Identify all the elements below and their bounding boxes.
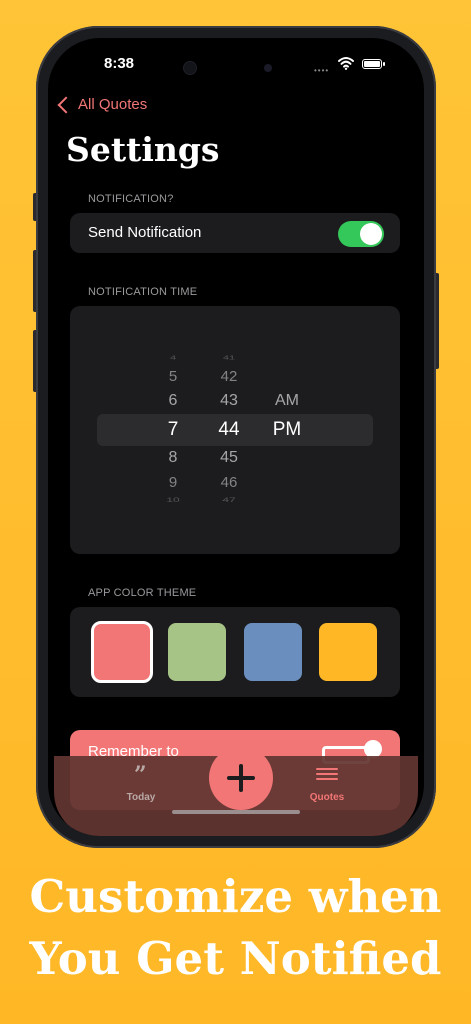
signal-icon: ••••	[314, 66, 330, 75]
back-button[interactable]: All Quotes	[57, 96, 148, 114]
minute-option[interactable]: 41	[204, 355, 254, 361]
hour-option[interactable]: 4	[158, 355, 188, 361]
send-notification-label: Send Notification	[88, 224, 202, 241]
sensor-icon	[264, 64, 272, 72]
status-time: 8:38	[104, 55, 135, 72]
period-option-am[interactable]: AM	[262, 392, 312, 410]
theme-swatch-yellow[interactable]	[319, 623, 377, 681]
time-picker[interactable]: 4 5 6 7 8 9 10 41 42 43 44 45 46 47 AM P…	[70, 306, 400, 554]
add-quote-button[interactable]	[209, 746, 273, 810]
back-button-label: All Quotes	[78, 96, 148, 113]
send-notification-toggle[interactable]	[338, 221, 384, 247]
list-icon	[316, 768, 338, 780]
wifi-icon	[338, 57, 354, 70]
page-title: Settings	[66, 130, 220, 169]
minute-option[interactable]: 45	[204, 449, 254, 467]
period-selected[interactable]: PM	[262, 419, 312, 441]
minute-option[interactable]: 46	[204, 474, 254, 491]
color-theme-picker	[70, 607, 400, 697]
hour-option[interactable]: 9	[158, 474, 188, 491]
caption-line-2: You Get Notified	[29, 932, 442, 985]
minute-option[interactable]: 47	[204, 497, 254, 504]
theme-swatch-pink[interactable]	[91, 621, 153, 683]
hour-option[interactable]: 10	[158, 497, 188, 504]
plus-icon-stroke	[239, 764, 243, 792]
tab-today[interactable]: Today	[116, 792, 166, 803]
minute-option[interactable]: 43	[204, 392, 254, 410]
send-notification-row: Send Notification	[70, 213, 400, 253]
battery-icon	[362, 59, 385, 69]
theme-swatch-blue[interactable]	[244, 623, 302, 681]
section-header-theme: APP COLOR THEME	[88, 587, 197, 599]
phone-screen: 8:38 •••• All Quotes Settings NOTIFICATI…	[48, 38, 424, 836]
hour-option[interactable]: 6	[158, 392, 188, 410]
section-header-notification: NOTIFICATION?	[88, 193, 174, 205]
tab-quotes[interactable]: Quotes	[302, 792, 352, 803]
minute-selected[interactable]: 44	[204, 419, 254, 441]
tab-bar: ” Today Quotes	[54, 746, 418, 836]
theme-swatch-green[interactable]	[168, 623, 226, 681]
camera-icon	[184, 62, 196, 74]
home-indicator	[172, 810, 300, 814]
toggle-knob	[360, 223, 382, 245]
minute-option[interactable]: 42	[204, 368, 254, 385]
hour-selected[interactable]: 7	[158, 419, 188, 441]
chevron-left-icon	[57, 96, 75, 114]
quote-icon: ”	[134, 762, 147, 788]
section-header-time: NOTIFICATION TIME	[88, 286, 198, 298]
hour-option[interactable]: 5	[158, 368, 188, 385]
hour-option[interactable]: 8	[158, 449, 188, 467]
caption-line-1: Customize when	[29, 870, 442, 923]
